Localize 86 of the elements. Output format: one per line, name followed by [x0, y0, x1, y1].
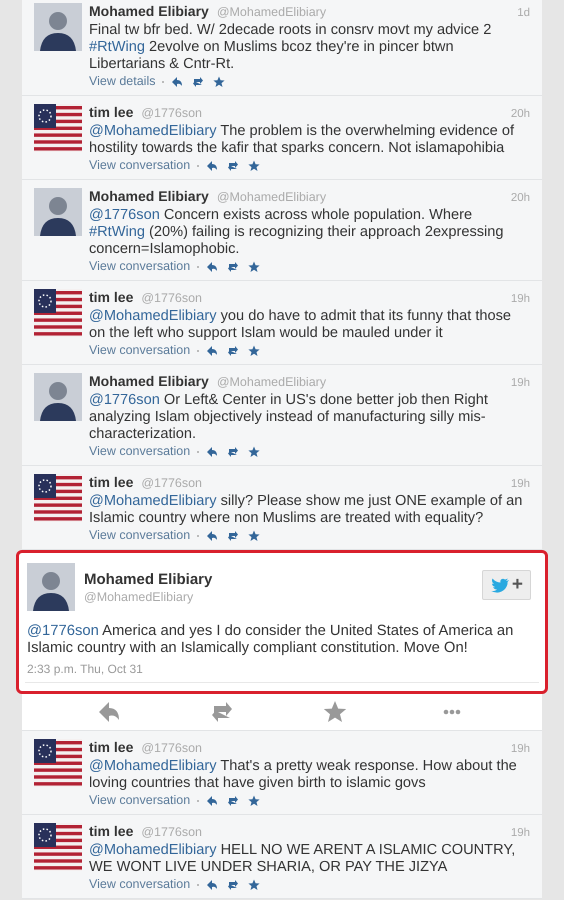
reply-icon[interactable]	[206, 260, 218, 272]
retweet-icon[interactable]	[227, 160, 240, 172]
star-icon[interactable]	[248, 530, 260, 542]
view-link[interactable]: View conversation	[89, 342, 190, 359]
view-link[interactable]: View conversation	[89, 258, 190, 275]
timestamp[interactable]: 19h	[510, 291, 530, 308]
reply-icon[interactable]	[206, 344, 218, 356]
tweet-link[interactable]: @MohamedElibiary	[89, 493, 217, 509]
view-link[interactable]: View conversation	[89, 443, 190, 460]
retweet-icon[interactable]	[227, 260, 240, 272]
tweet-link[interactable]: #RtWing	[89, 224, 145, 240]
reply-icon[interactable]	[206, 446, 218, 458]
user-name[interactable]: Mohamed Elibiary	[89, 188, 209, 205]
retweet-icon[interactable]	[227, 344, 240, 356]
tweet-link[interactable]: @MohamedElibiary	[89, 123, 217, 139]
tweet-text: @1776son Or Left& Center in US's done better job then Right analyzing Islam objectively instead of manufacturing silly mis-characterization.	[89, 392, 489, 443]
star-icon[interactable]	[248, 794, 260, 806]
user-handle[interactable]: @MohamedElibiary	[216, 189, 326, 206]
retweet-icon[interactable]	[227, 794, 240, 806]
view-link[interactable]: View details	[89, 73, 156, 90]
tweet-link[interactable]: @1776son	[27, 623, 99, 639]
tweet-link[interactable]: @1776son	[89, 392, 160, 408]
retweet-icon[interactable]	[227, 446, 240, 458]
avatar-icon	[34, 373, 82, 421]
star-icon[interactable]	[248, 344, 260, 356]
tweet-link[interactable]: @1776son	[89, 207, 160, 223]
user-name[interactable]: Mohamed Elibiary	[89, 373, 209, 390]
user-handle[interactable]: @1776son	[141, 105, 202, 122]
reply-icon[interactable]	[206, 530, 218, 542]
reply-icon[interactable]	[96, 700, 120, 724]
user-name[interactable]: Mohamed Elibiary	[89, 3, 209, 20]
avatar-icon	[34, 188, 82, 236]
user-handle[interactable]: @1776son	[141, 290, 202, 307]
user-handle[interactable]: @MohamedElibiary	[216, 4, 326, 21]
user-handle[interactable]: @1776son	[141, 740, 202, 757]
user-name[interactable]: tim lee	[89, 739, 134, 756]
timestamp[interactable]: 1d	[517, 5, 530, 22]
user-name[interactable]: tim lee	[89, 474, 134, 491]
user-handle[interactable]: @MohamedElibiary	[84, 590, 473, 604]
user-name[interactable]: tim lee	[89, 104, 134, 121]
timestamp[interactable]: 19h	[510, 825, 530, 842]
retweet-icon[interactable]	[227, 878, 240, 890]
user-handle[interactable]: @MohamedElibiary	[216, 374, 326, 391]
view-link[interactable]: View conversation	[89, 527, 190, 544]
view-link[interactable]: View conversation	[89, 157, 190, 174]
timestamp[interactable]: 20h	[510, 106, 530, 123]
tweet-link[interactable]: @MohamedElibiary	[89, 308, 217, 324]
view-link[interactable]: View conversation	[89, 792, 190, 809]
view-link[interactable]: View conversation	[89, 876, 190, 893]
tweet-link[interactable]: #RtWing	[89, 39, 145, 55]
tweet-text: @MohamedElibiary The problem is the overwhelming evidence of hostility towards the kafir that sparks concern. Not islamapohibia	[89, 123, 516, 157]
tweet-text: @MohamedElibiary HELL NO WE ARENT A ISLAMIC COUNTRY, WE WONT LIVE UNDER SHARIA, OR PAY THE JIZYA	[89, 842, 516, 876]
avatar-icon	[34, 3, 82, 51]
tweet-text: @MohamedElibiary you do have to admit that its funny that those on the left who support Islam would be mauled under it	[89, 308, 512, 342]
tweet-text: @MohamedElibiary silly? Please show me just ONE example of an Islamic country where non Muslims are treated with equality?	[89, 493, 524, 527]
retweet-icon[interactable]	[210, 700, 234, 724]
tweet-link[interactable]: @MohamedElibiary	[89, 758, 217, 774]
tweet-text: Final tw bfr bed. W/ 2decade roots in consrv movt my advice 2 #RtWing 2evolve on Muslims bcoz they're in pincer btwn Libertarians & Cntr-Rt.	[89, 22, 492, 73]
star-icon[interactable]	[213, 76, 226, 88]
retweet-icon[interactable]	[192, 76, 204, 88]
reply-icon[interactable]	[206, 794, 218, 806]
timestamp[interactable]: 19h	[510, 375, 530, 392]
user-handle[interactable]: @1776son	[141, 475, 202, 492]
timestamp[interactable]: 19h	[510, 741, 530, 758]
star-icon[interactable]	[248, 260, 260, 272]
user-name[interactable]: Mohamed Elibiary	[84, 571, 473, 588]
avatar-icon	[27, 563, 75, 611]
timestamp[interactable]: 2:33 p.m. Thu, Oct 31	[27, 662, 539, 676]
star-icon[interactable]	[322, 700, 346, 724]
tweet-link[interactable]: @MohamedElibiary	[89, 842, 217, 858]
reply-icon[interactable]	[206, 160, 218, 172]
tweet-text: @1776son America and yes I do consider the United States of America an Islamic country with an Islamically compliant constitution. Move On!	[27, 623, 514, 657]
star-icon[interactable]	[248, 446, 260, 458]
star-icon[interactable]	[248, 878, 260, 890]
retweet-icon[interactable]	[227, 530, 240, 542]
star-icon[interactable]	[248, 160, 260, 172]
user-name[interactable]: tim lee	[89, 289, 134, 306]
reply-icon[interactable]	[171, 76, 184, 88]
follow-button[interactable]: +	[482, 570, 531, 600]
tweet-text: @MohamedElibiary That's a pretty weak response. How about the loving countries that have given birth to islamic govs	[89, 758, 518, 792]
reply-icon[interactable]	[206, 878, 218, 890]
user-handle[interactable]: @1776son	[141, 824, 202, 841]
timestamp[interactable]: 19h	[510, 476, 530, 493]
user-name[interactable]: tim lee	[89, 823, 134, 840]
tweet-text: @1776son Concern exists across whole population. Where #RtWing (20%) failing is recognizing their approach 2expressing concern=Islamophobic.	[89, 207, 505, 258]
timestamp[interactable]: 20h	[510, 190, 530, 207]
